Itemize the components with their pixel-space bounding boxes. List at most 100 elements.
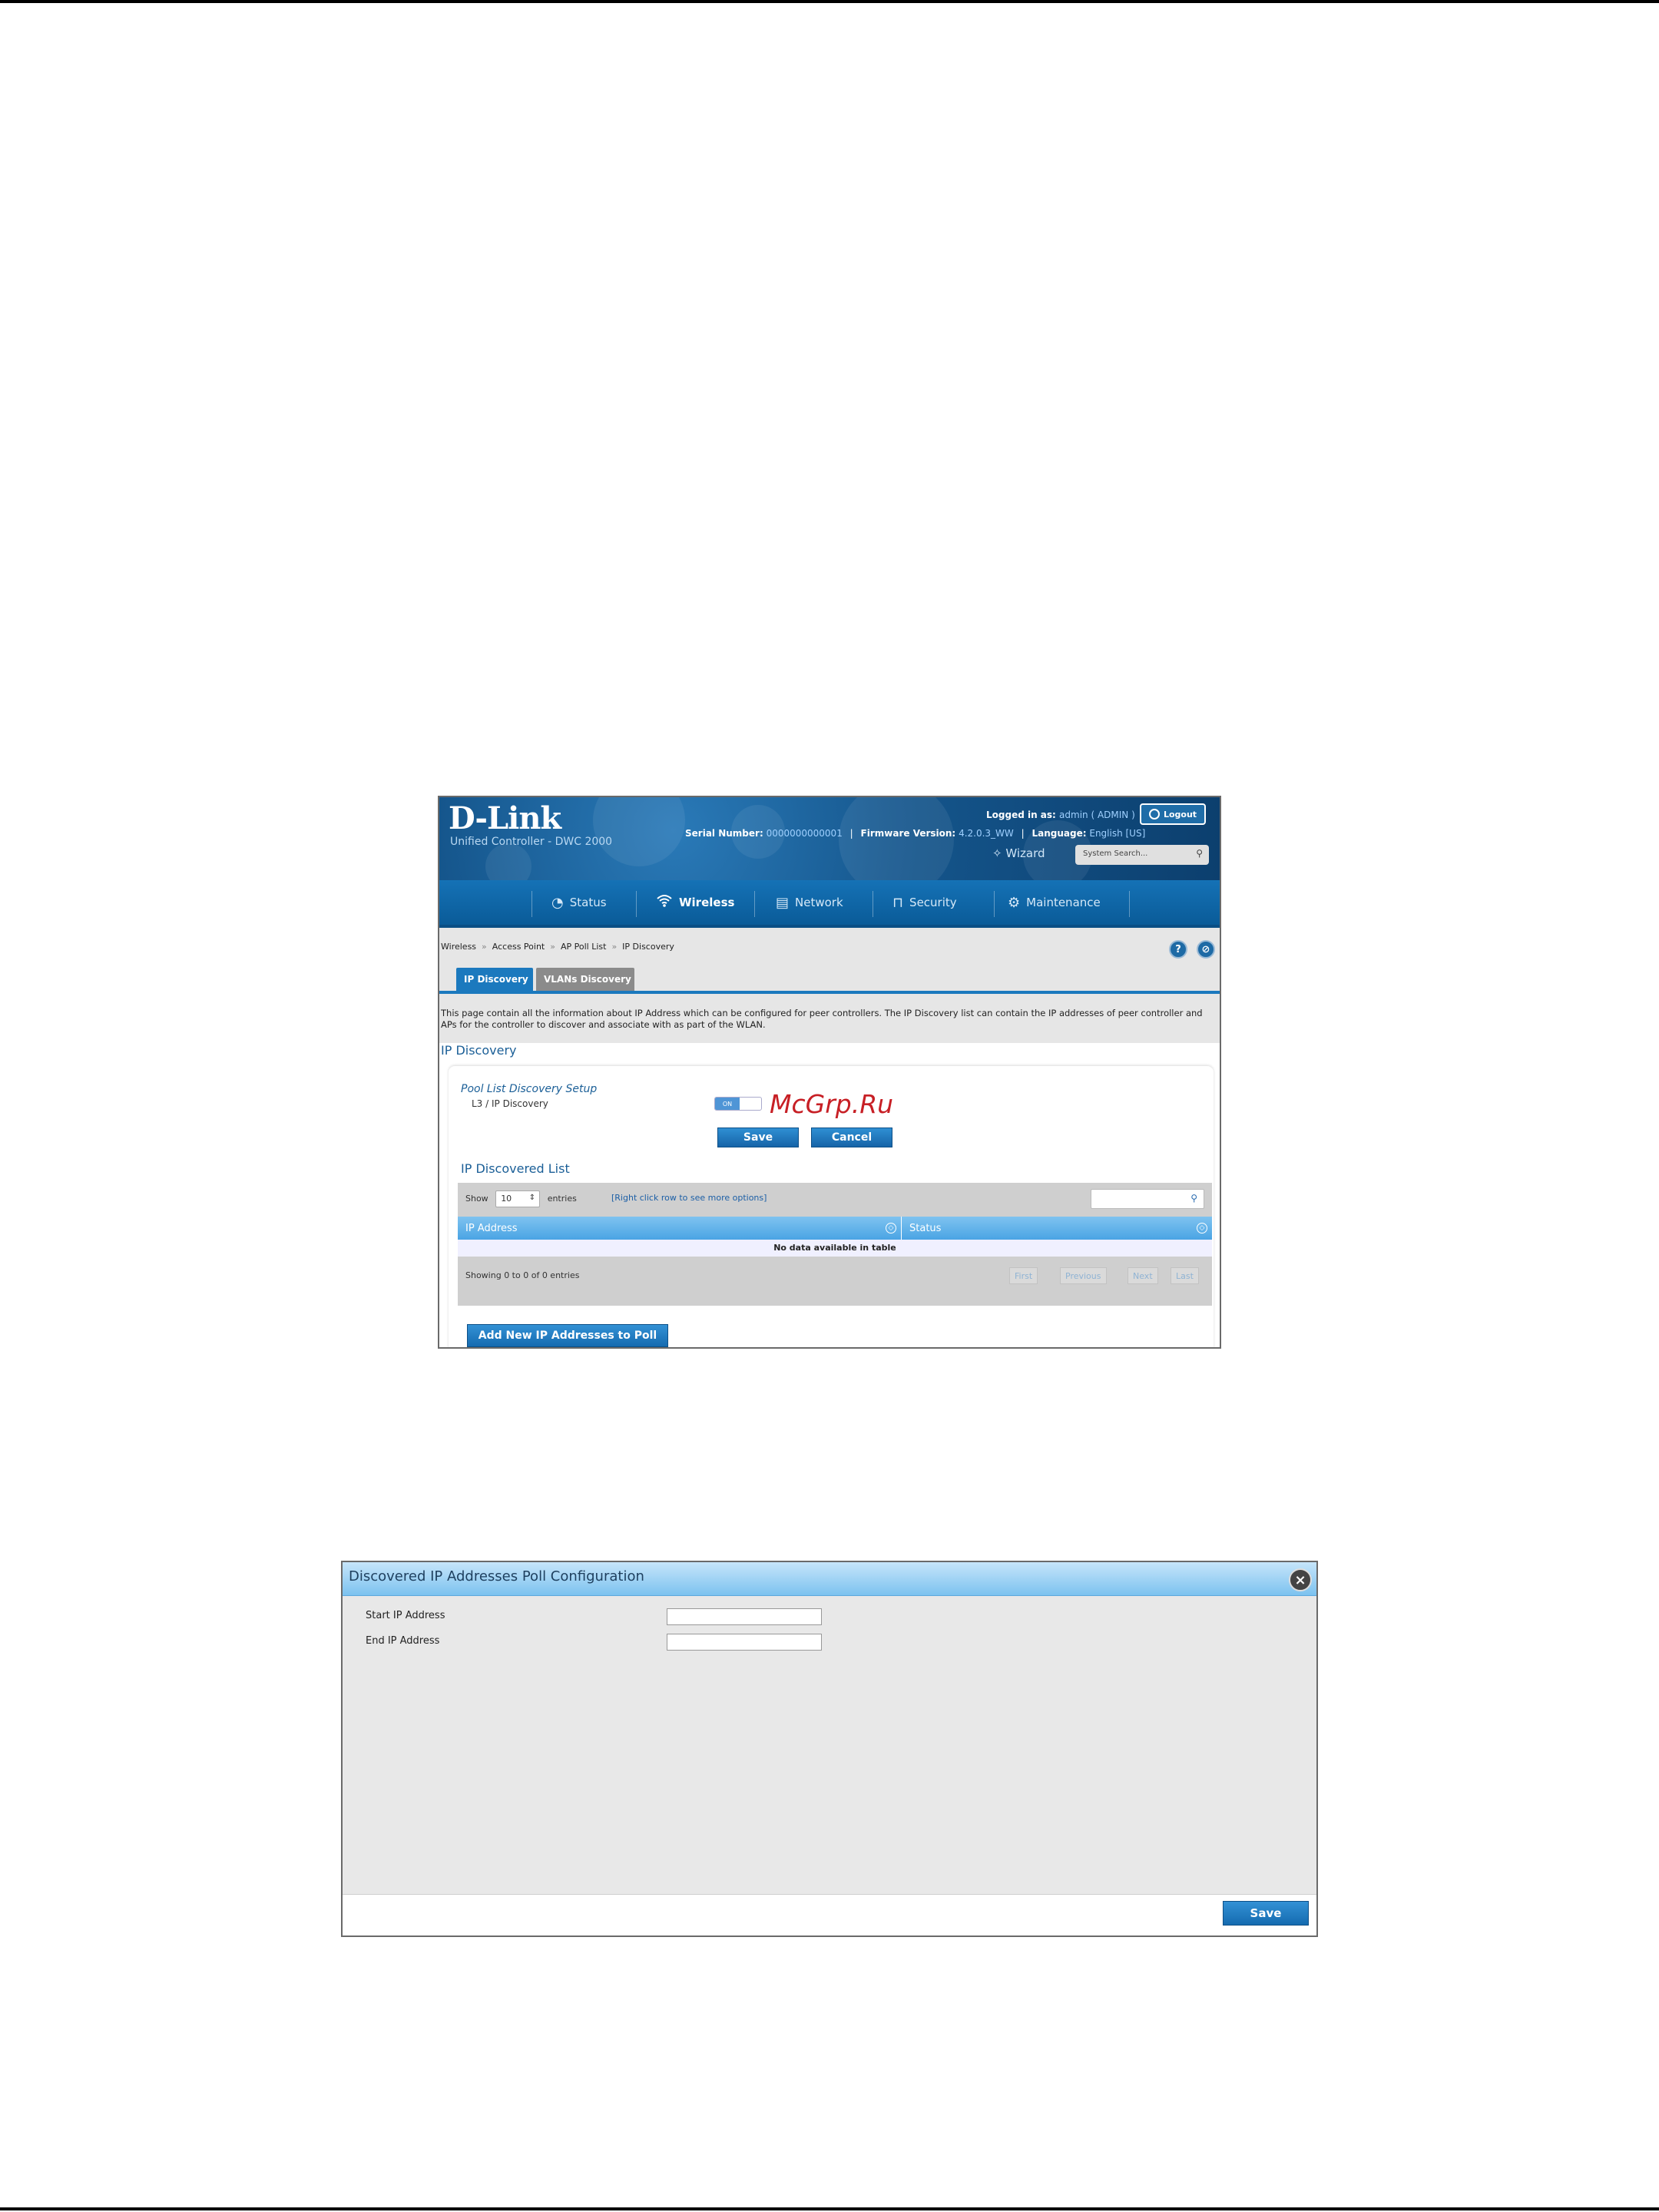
gears-icon: ⚙ [1008, 894, 1021, 911]
pager-last[interactable]: Last [1171, 1267, 1199, 1284]
l3-discovery-toggle[interactable]: ON [714, 1097, 762, 1111]
start-ip-input[interactable] [667, 1608, 822, 1625]
pager-last-label: Last [1176, 1270, 1194, 1281]
page-length-select[interactable]: 10 ⇕ [495, 1190, 541, 1207]
pager-next-label: Next [1133, 1270, 1153, 1281]
serial-label: Serial Number: [685, 828, 763, 839]
wizard-label: Wizard [1005, 846, 1045, 860]
column-ip-address-label: IP Address [465, 1222, 518, 1234]
search-placeholder: System Search... [1083, 849, 1148, 858]
nav-network[interactable]: ▤ Network [776, 880, 843, 925]
table-search-input[interactable]: ⚲ [1091, 1189, 1204, 1209]
add-ip-addresses-button[interactable]: Add New IP Addresses to Poll [467, 1324, 668, 1347]
end-ip-input[interactable] [667, 1634, 822, 1651]
column-status-label: Status [909, 1222, 942, 1234]
start-ip-label: Start IP Address [366, 1610, 445, 1621]
cancel-button[interactable]: Cancel [811, 1128, 892, 1147]
column-ip-address[interactable]: IP Address ◇ [458, 1217, 902, 1240]
tab-vlans-discovery[interactable]: VLANs Discovery [536, 968, 634, 991]
discovery-panel: Pool List Discovery Setup L3 / IP Discov… [449, 1066, 1214, 1347]
ip-discovery-screenshot: D-Link Unified Controller - DWC 2000 Ser… [438, 796, 1221, 1349]
pager-next[interactable]: Next [1128, 1267, 1158, 1284]
wifi-icon [656, 894, 673, 912]
tab-ip-discovery[interactable]: IP Discovery [456, 968, 533, 991]
dlink-logo: D-Link [449, 800, 561, 836]
right-click-hint: [Right click row to see more options] [611, 1193, 767, 1203]
dialog-title: Discovered IP Addresses Poll Configurati… [349, 1568, 644, 1584]
breadcrumb: Wireless» Access Point» AP Poll List» IP Di… [441, 942, 674, 952]
search-icon: ⚲ [1190, 1193, 1197, 1204]
lock-icon: ⊓ [892, 894, 904, 911]
search-icon[interactable]: ⚲ [1196, 848, 1203, 859]
dialog-footer: Save [343, 1894, 1316, 1936]
pager-previous[interactable]: Previous [1060, 1267, 1107, 1284]
logout-button[interactable]: Logout [1140, 803, 1206, 825]
page-description: This page contain all the information ab… [441, 1008, 1203, 1030]
nav-security[interactable]: ⊓ Security [892, 880, 957, 925]
sort-icon: ◇ [1197, 1223, 1207, 1233]
discovered-table: Show 10 ⇕ entries [Right click row to see… [458, 1183, 1212, 1306]
logged-in-label: Logged in as: [986, 810, 1056, 820]
nav-status-label: Status [569, 896, 607, 909]
pager-previous-label: Previous [1065, 1270, 1101, 1281]
wizard-link[interactable]: ✧ Wizard [992, 846, 1045, 860]
table-header: IP Address ◇ Status ◇ [458, 1217, 1212, 1240]
discovered-list-title: IP Discovered List [461, 1161, 570, 1176]
end-ip-label: End IP Address [366, 1635, 440, 1647]
logged-in-user: admin ( ADMIN ) [1059, 810, 1135, 820]
dialog-save-button[interactable]: Save [1223, 1901, 1309, 1926]
logged-in-info: Logged in as: admin ( ADMIN ) [986, 810, 1135, 820]
select-arrows-icon: ⇕ [528, 1194, 536, 1202]
pager-first-label: First [1015, 1270, 1033, 1281]
app-header: D-Link Unified Controller - DWC 2000 Ser… [439, 797, 1220, 880]
page-length-control: Show 10 ⇕ entries [465, 1190, 577, 1207]
empty-table-message: No data available in table [458, 1240, 1212, 1257]
l3-discovery-label: L3 / IP Discovery [472, 1098, 548, 1109]
network-icon: ▤ [776, 894, 790, 911]
logout-label: Logout [1163, 809, 1197, 820]
page-bottom-rule [0, 2207, 1659, 2210]
gauge-icon: ◔ [551, 894, 564, 911]
breadcrumb-ip-discovery: IP Discovery [622, 942, 674, 952]
page-top-rule [0, 0, 1659, 3]
power-icon [1148, 809, 1160, 820]
toggle-on-label: ON [715, 1098, 740, 1110]
column-status[interactable]: Status ◇ [903, 1217, 1212, 1240]
watermark: McGrp.Ru [770, 1089, 894, 1119]
nav-maintenance-label: Maintenance [1026, 896, 1101, 909]
nav-maintenance[interactable]: ⚙ Maintenance [1008, 880, 1101, 925]
save-button[interactable]: Save [717, 1128, 799, 1147]
poll-configuration-dialog: Discovered IP Addresses Poll Configurati… [341, 1561, 1318, 1937]
breadcrumb-wireless[interactable]: Wireless [441, 942, 476, 952]
system-search-input[interactable]: System Search... ⚲ [1075, 845, 1209, 865]
info-icon[interactable]: ⊘ [1197, 940, 1215, 959]
language-label: Language: [1031, 828, 1087, 839]
section-title: IP Discovery [441, 1043, 517, 1058]
firmware-label: Firmware Version: [860, 828, 956, 839]
help-icon[interactable]: ? [1169, 940, 1187, 959]
serial-value: 0000000000001 [766, 828, 843, 839]
dialog-header: Discovered IP Addresses Poll Configurati… [343, 1562, 1316, 1596]
breadcrumb-access-point[interactable]: Access Point [492, 942, 545, 952]
pool-setup-title: Pool List Discovery Setup [461, 1083, 598, 1095]
main-nav: ◔ Status Wireless ▤ Network ⊓ Security ⚙… [439, 880, 1220, 928]
page-length-value: 10 [501, 1194, 512, 1204]
table-info: Showing 0 to 0 of 0 entries [465, 1270, 580, 1280]
nav-wireless-label: Wireless [679, 896, 735, 909]
breadcrumb-ap-poll-list[interactable]: AP Poll List [561, 942, 606, 952]
nav-status[interactable]: ◔ Status [551, 880, 607, 925]
wand-icon: ✧ [992, 846, 1002, 860]
device-info: Serial Number: 0000000000001 | Firmware … [685, 828, 1146, 839]
entries-label: entries [547, 1194, 577, 1204]
sort-icon: ◇ [886, 1223, 896, 1233]
pager-first[interactable]: First [1009, 1267, 1038, 1284]
nav-network-label: Network [795, 896, 843, 909]
show-label: Show [465, 1194, 488, 1204]
tab-underline [439, 991, 1220, 994]
close-icon[interactable]: × [1289, 1568, 1312, 1591]
nav-security-label: Security [909, 896, 957, 909]
nav-wireless[interactable]: Wireless [656, 880, 734, 925]
language-value[interactable]: English [US] [1089, 828, 1145, 839]
product-name: Unified Controller - DWC 2000 [450, 836, 613, 848]
firmware-value: 4.2.0.3_WW [959, 828, 1014, 839]
